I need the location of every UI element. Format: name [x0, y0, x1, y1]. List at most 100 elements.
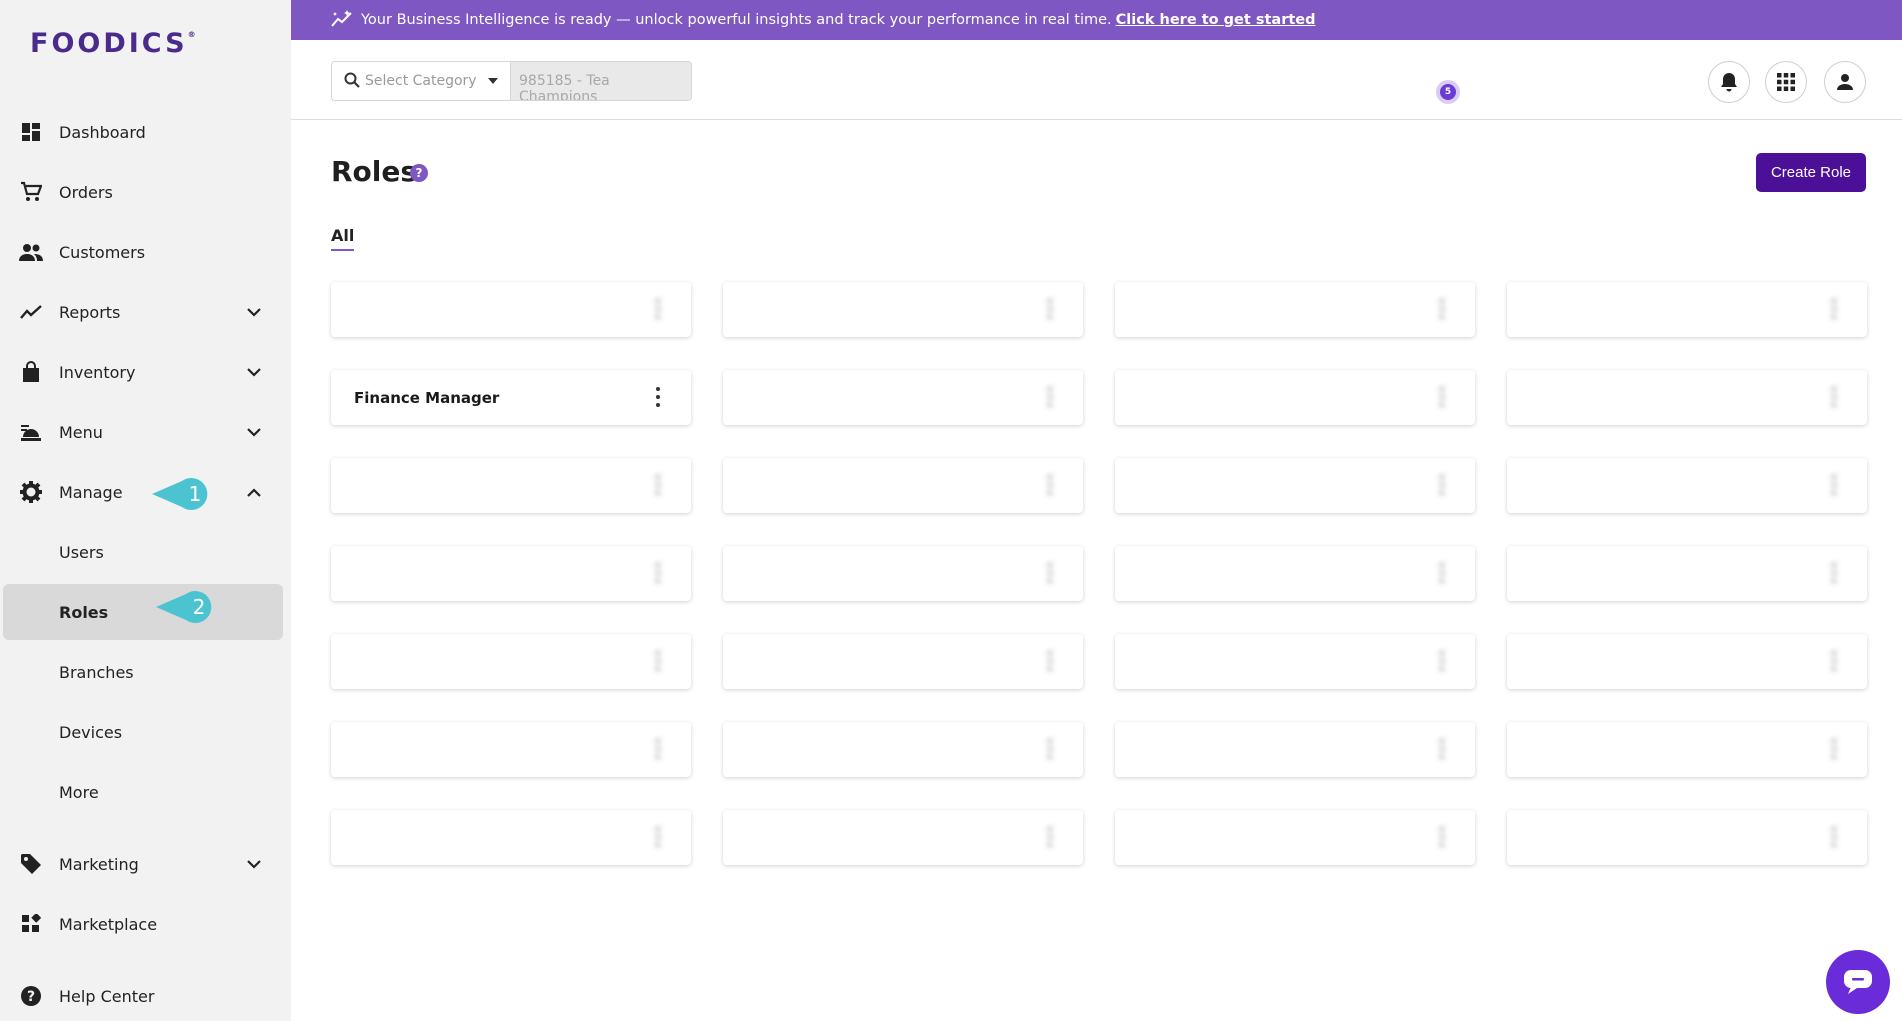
chevron-up-icon[interactable] — [244, 482, 264, 502]
role-card[interactable] — [723, 634, 1083, 689]
role-card[interactable] — [331, 810, 691, 865]
foodics-logo[interactable]: FOODICS® — [30, 28, 196, 59]
more-vert-icon[interactable] — [1829, 651, 1839, 671]
apps-grid-button[interactable] — [1765, 61, 1807, 103]
more-vert-icon[interactable] — [653, 299, 663, 319]
role-card[interactable] — [1115, 722, 1475, 777]
more-vert-icon[interactable] — [1045, 563, 1055, 583]
more-vert-icon[interactable] — [1437, 387, 1447, 407]
banner-get-started-link[interactable]: Click here to get started — [1116, 12, 1316, 28]
role-card[interactable] — [723, 282, 1083, 337]
more-vert-icon[interactable] — [653, 827, 663, 847]
notifications-button[interactable] — [1708, 61, 1750, 103]
role-card[interactable] — [331, 634, 691, 689]
role-card-finance-manager[interactable]: Finance Manager — [331, 370, 691, 425]
role-card[interactable] — [723, 722, 1083, 777]
more-vert-icon[interactable] — [1829, 299, 1839, 319]
more-vert-icon[interactable] — [1437, 739, 1447, 759]
top-header: Select Category 985185 - Tea Champions — [291, 40, 1902, 120]
more-vert-icon[interactable] — [653, 475, 663, 495]
role-card[interactable] — [1507, 546, 1867, 601]
more-vert-icon[interactable] — [653, 563, 663, 583]
role-card[interactable] — [1507, 370, 1867, 425]
chat-support-button[interactable] — [1826, 950, 1890, 1014]
more-vert-icon[interactable] — [1437, 827, 1447, 847]
more-vert-icon[interactable] — [1829, 387, 1839, 407]
more-vert-icon[interactable] — [1045, 387, 1055, 407]
create-role-button[interactable]: Create Role — [1756, 153, 1866, 192]
help-icon[interactable]: ? — [410, 164, 428, 182]
sidebar-item-marketplace[interactable]: Marketplace — [0, 896, 291, 952]
chart-line-icon — [19, 300, 43, 324]
role-card[interactable] — [1507, 634, 1867, 689]
chevron-down-icon[interactable] — [244, 302, 264, 322]
role-card[interactable] — [331, 282, 691, 337]
sidebar-subitem-label: Users — [59, 542, 104, 562]
role-card[interactable] — [1115, 370, 1475, 425]
sidebar-subitem-label: Branches — [59, 662, 134, 682]
role-card[interactable] — [1115, 282, 1475, 337]
sidebar-subitem-devices[interactable]: Devices — [3, 704, 283, 760]
search-icon — [344, 72, 360, 88]
role-card[interactable] — [1115, 634, 1475, 689]
sidebar-item-label: Customers — [59, 242, 146, 262]
more-vert-icon[interactable] — [653, 387, 663, 407]
sidebar-item-marketing[interactable]: Marketing — [0, 836, 291, 892]
chevron-down-icon[interactable] — [244, 422, 264, 442]
sidebar-item-dashboard[interactable]: Dashboard — [0, 104, 291, 160]
sidebar-item-orders[interactable]: Orders — [0, 164, 291, 220]
sidebar-subitem-branches[interactable]: Branches — [3, 644, 283, 700]
role-name: Finance Manager — [354, 389, 500, 407]
sidebar-item-menu[interactable]: Menu — [0, 404, 291, 460]
more-vert-icon[interactable] — [1045, 475, 1055, 495]
role-card[interactable] — [1507, 282, 1867, 337]
more-vert-icon[interactable] — [1829, 827, 1839, 847]
sidebar-item-inventory[interactable]: Inventory — [0, 344, 291, 400]
sidebar-item-label: Orders — [59, 182, 113, 202]
more-vert-icon[interactable] — [1829, 475, 1839, 495]
more-vert-icon[interactable] — [1829, 563, 1839, 583]
role-card[interactable] — [1115, 546, 1475, 601]
role-card[interactable] — [1115, 810, 1475, 865]
more-vert-icon[interactable] — [1045, 651, 1055, 671]
more-vert-icon[interactable] — [1045, 739, 1055, 759]
role-card[interactable] — [1507, 810, 1867, 865]
role-card[interactable] — [331, 546, 691, 601]
more-vert-icon[interactable] — [1437, 563, 1447, 583]
role-card[interactable] — [723, 458, 1083, 513]
role-card[interactable] — [1507, 722, 1867, 777]
chevron-down-icon[interactable] — [244, 362, 264, 382]
more-vert-icon[interactable] — [653, 651, 663, 671]
sidebar-item-manage[interactable]: Manage — [0, 464, 291, 520]
role-card[interactable] — [331, 722, 691, 777]
role-card[interactable] — [723, 546, 1083, 601]
more-vert-icon[interactable] — [1045, 827, 1055, 847]
category-select[interactable]: Select Category — [332, 62, 510, 100]
more-vert-icon[interactable] — [1045, 299, 1055, 319]
role-card[interactable] — [1507, 458, 1867, 513]
sidebar-item-reports[interactable]: Reports — [0, 284, 291, 340]
sidebar-item-customers[interactable]: Customers — [0, 224, 291, 280]
sidebar-item-help-center[interactable]: ? Help Center — [0, 968, 291, 1021]
bell-icon — [1721, 73, 1737, 92]
tab-all[interactable]: All — [331, 226, 355, 251]
widgets-icon — [19, 912, 43, 936]
bag-icon — [19, 360, 43, 384]
sidebar-item-label: Menu — [59, 422, 103, 442]
role-card[interactable] — [723, 810, 1083, 865]
role-card[interactable] — [723, 370, 1083, 425]
sidebar-item-label: Inventory — [59, 362, 136, 382]
role-card[interactable] — [1115, 458, 1475, 513]
user-menu-button[interactable] — [1824, 61, 1866, 103]
svg-text:2: 2 — [193, 595, 206, 619]
more-vert-icon[interactable] — [1437, 651, 1447, 671]
sidebar-subitem-more[interactable]: More — [3, 764, 283, 820]
chevron-down-icon[interactable] — [244, 854, 264, 874]
more-vert-icon[interactable] — [1437, 299, 1447, 319]
role-card[interactable] — [331, 458, 691, 513]
sidebar-subitem-roles[interactable]: Roles — [3, 584, 283, 640]
more-vert-icon[interactable] — [653, 739, 663, 759]
more-vert-icon[interactable] — [1437, 475, 1447, 495]
sidebar-subitem-users[interactable]: Users — [3, 524, 283, 580]
more-vert-icon[interactable] — [1829, 739, 1839, 759]
